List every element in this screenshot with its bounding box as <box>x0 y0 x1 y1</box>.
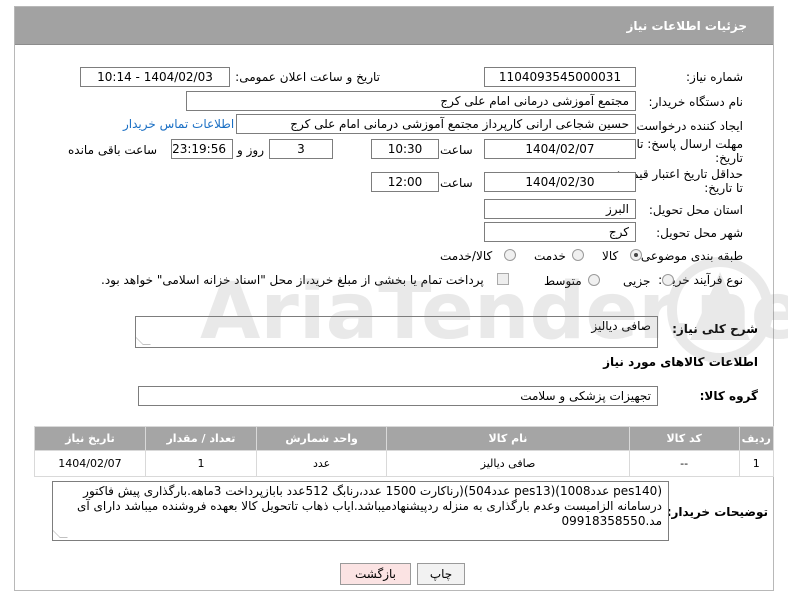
creator-field[interactable]: حسین شجاعی ارانی کارپرداز مجتمع آموزشی د… <box>236 114 636 134</box>
process-radio-medium[interactable] <box>588 274 600 286</box>
cell-goods-code: -- <box>628 450 740 477</box>
table-row[interactable]: 1 -- صافی دیالیز عدد 1 1404/02/07 <box>34 450 775 477</box>
category-label: طبقه بندی موضوعی: <box>636 249 743 263</box>
announce-field[interactable]: 1404/02/03 - 10:14 <box>80 67 230 87</box>
category-radio-service[interactable] <box>572 249 584 261</box>
buyer-contact-link[interactable]: اطلاعات تماس خریدار <box>123 117 234 131</box>
goods-table: ردیف کد کالا نام کالا واحد شمارش تعداد /… <box>34 426 775 477</box>
back-button[interactable]: بازگشت <box>340 563 411 585</box>
deadline-hour-label: ساعت <box>440 143 473 157</box>
description-text: صافی دیالیز <box>591 319 651 333</box>
validity-time-field[interactable]: 12:00 <box>371 172 439 192</box>
resize-grip-icon[interactable] <box>53 530 68 538</box>
city-label: شهر محل تحویل: <box>656 226 743 240</box>
category-option-goods: کالا <box>602 249 619 263</box>
process-option-minor: جزیی <box>623 274 651 288</box>
province-label: استان محل تحویل: <box>648 203 743 217</box>
panel-title: جزئیات اطلاعات نیاز <box>626 19 747 33</box>
need-number-field[interactable]: 1104093545000031 <box>484 67 636 87</box>
deadline-time-field[interactable]: 10:30 <box>371 139 439 159</box>
validity-label-date: تا تاریخ: <box>704 181 743 195</box>
category-radio-goods-service[interactable] <box>504 249 516 261</box>
days-label: روز و <box>237 143 264 157</box>
process-option-medium: متوسط <box>544 274 582 288</box>
need-number-label: شماره نیاز: <box>686 70 743 84</box>
cell-need-date: 1404/02/07 <box>34 450 146 477</box>
description-label: شرح کلی نیاز: <box>672 322 758 336</box>
buyer-notes-text: (pes140 عدد1008)(pes13 عدد504)(رناکارت 1… <box>76 484 662 528</box>
cell-goods-name: صافی دیالیز <box>386 450 630 477</box>
category-radio-goods[interactable] <box>630 249 642 261</box>
province-field[interactable]: البرز <box>484 199 636 219</box>
cell-quantity: 1 <box>144 450 257 477</box>
validity-date-field[interactable]: 1404/02/30 <box>484 172 636 192</box>
goods-group-label: گروه کالا: <box>699 389 758 403</box>
buyer-notes-field[interactable]: (pes140 عدد1008)(pes13 عدد504)(رناکارت 1… <box>52 481 669 541</box>
deadline-label-date: تاریخ: <box>715 151 743 165</box>
deadline-date-field[interactable]: 1404/02/07 <box>484 139 636 159</box>
category-option-service: خدمت <box>534 249 566 263</box>
resize-grip-icon[interactable] <box>136 337 151 345</box>
deadline-label: مهلت ارسال پاسخ: تا <box>636 137 743 151</box>
creator-label: ایجاد کننده درخواست: <box>632 119 743 133</box>
col-goods-name: نام کالا <box>386 426 630 451</box>
cell-row-index: 1 <box>738 450 775 477</box>
payment-note: پرداخت تمام یا بخشی از مبلغ خرید،از محل … <box>101 273 484 287</box>
col-goods-code: کد کالا <box>628 426 740 451</box>
validity-hour-label: ساعت <box>440 176 473 190</box>
col-need-date: تاریخ نیاز <box>34 426 146 451</box>
treasury-checkbox[interactable] <box>497 273 509 285</box>
city-field[interactable]: کرج <box>484 222 636 242</box>
col-quantity: تعداد / مقدار <box>144 426 257 451</box>
print-button[interactable]: چاپ <box>417 563 465 585</box>
announce-label: تاریخ و ساعت اعلان عمومی: <box>235 70 380 84</box>
goods-group-field[interactable]: تجهیزات پزشکی و سلامت <box>138 386 658 406</box>
cell-unit: عدد <box>255 450 388 477</box>
remaining-label: ساعت باقی مانده <box>68 143 158 157</box>
buyer-notes-label: توضیحات خریدار: <box>666 505 768 519</box>
process-radio-minor[interactable] <box>662 274 674 286</box>
buyer-label: نام دستگاه خریدار: <box>648 95 744 109</box>
description-field[interactable]: صافی دیالیز <box>135 316 658 348</box>
goods-section-title: اطلاعات کالاهای مورد نیاز <box>603 355 758 369</box>
buyer-field[interactable]: مجتمع آموزشی درمانی امام علی کرج <box>186 91 636 111</box>
remaining-time-field[interactable]: 23:19:56 <box>171 139 233 159</box>
days-field[interactable]: 3 <box>269 139 333 159</box>
col-unit: واحد شمارش <box>255 426 388 451</box>
panel-header: جزئیات اطلاعات نیاز <box>15 7 773 45</box>
col-row-index: ردیف <box>738 426 775 451</box>
goods-table-header: ردیف کد کالا نام کالا واحد شمارش تعداد /… <box>34 426 775 451</box>
category-option-goods-service: کالا/خدمت <box>440 249 493 263</box>
